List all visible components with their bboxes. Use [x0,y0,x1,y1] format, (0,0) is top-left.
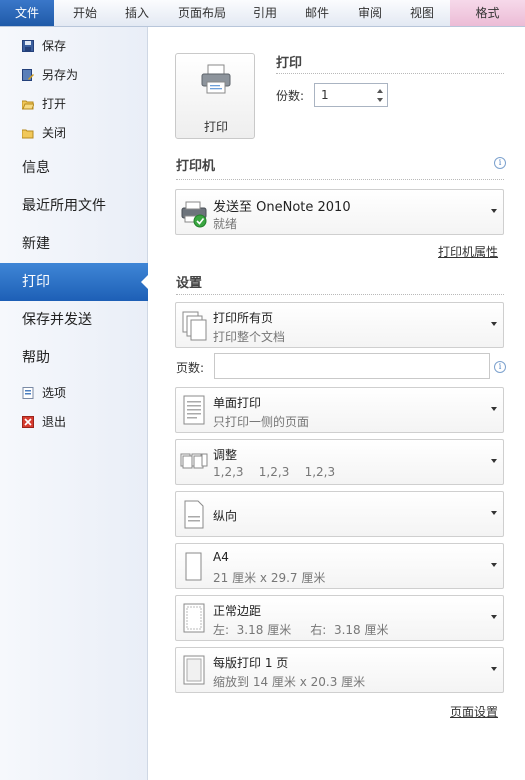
collate-subtitle: 1,2,3 1,2,3 1,2,3 [213,465,336,479]
chevron-down-icon [491,615,497,619]
nav-options-label: 选项 [42,386,67,400]
paper-size-title: A4 [213,550,229,564]
chevron-down-icon [491,322,497,326]
print-range-dropdown[interactable]: 打印所有页 打印整个文档 [175,302,504,348]
margins-subtitle: 左: 3.18 厘米 右: 3.18 厘米 [213,623,389,637]
options-icon [22,387,34,399]
printer-info-icon[interactable]: i [494,157,506,169]
save-icon [22,40,34,52]
pages-per-sheet-title: 每版打印 1 页 [213,656,289,670]
nav-close[interactable]: 关闭 [0,120,147,146]
nav-save[interactable]: 保存 [0,33,147,59]
tab-references[interactable]: 引用 [240,0,290,26]
paper-size-icon [185,552,202,581]
tab-mailings[interactable]: 邮件 [292,0,342,26]
sides-title: 单面打印 [213,396,262,410]
nav-help[interactable]: 帮助 [0,339,147,377]
pages-per-sheet-icon [183,655,205,685]
collate-icon [180,453,208,469]
margins-dropdown[interactable]: 正常边距 左: 3.18 厘米 右: 3.18 厘米 [175,595,504,641]
print-range-title: 打印所有页 [213,311,274,325]
onenote-printer-icon [181,201,207,228]
spin-up-icon[interactable] [377,89,383,93]
printer-name: 发送至 OneNote 2010 [213,200,351,215]
nav-save-as-label: 另存为 [42,68,79,82]
tab-page-layout[interactable]: 页面布局 [168,0,236,26]
nav-new[interactable]: 新建 [0,225,147,263]
pages-per-sheet-dropdown[interactable]: 每版打印 1 页 缩放到 14 厘米 x 20.3 厘米 [175,647,504,693]
chevron-down-icon [491,459,497,463]
settings-divider [176,294,504,295]
nav-recent[interactable]: 最近所用文件 [0,187,147,225]
portrait-icon [184,500,204,529]
close-folder-icon [22,129,34,139]
tab-review[interactable]: 审阅 [344,0,396,26]
nav-close-label: 关闭 [42,126,67,140]
nav-save-label: 保存 [42,39,67,53]
open-folder-icon [22,100,34,110]
printer-dropdown[interactable]: 发送至 OneNote 2010 就绪 [175,189,504,235]
printer-divider [176,179,504,180]
pages-icon [182,311,207,341]
tab-insert[interactable]: 插入 [110,0,164,26]
spin-down-icon[interactable] [377,98,383,102]
page-setup-link[interactable]: 页面设置 [450,703,498,720]
tab-file[interactable]: 文件 [0,0,54,26]
print-button[interactable]: 打印 [175,53,255,139]
pages-per-sheet-subtitle: 缩放到 14 厘米 x 20.3 厘米 [213,675,366,689]
paper-size-dropdown[interactable]: A4 21 厘米 x 29.7 厘米 [175,543,504,589]
pages-input[interactable] [214,353,490,379]
print-button-label: 打印 [203,120,228,134]
printer-status: 就绪 [213,217,238,231]
tab-view[interactable]: 视图 [398,0,446,26]
chevron-down-icon [491,209,497,213]
print-title: 打印 [276,56,303,71]
nav-exit[interactable]: 退出 [0,409,147,435]
nav-info[interactable]: 信息 [0,149,147,187]
nav-save-send[interactable]: 保存并发送 [0,301,147,339]
orientation-title: 纵向 [213,509,238,523]
nav-open-label: 打开 [42,97,67,111]
nav-save-as[interactable]: 另存为 [0,62,147,88]
printer-icon [201,64,231,94]
settings-section-title: 设置 [176,276,203,291]
nav-open[interactable]: 打开 [0,91,147,117]
collate-title: 调整 [213,448,238,462]
chevron-down-icon [491,407,497,411]
save-as-icon [22,69,34,81]
backstage-nav: 保存 另存为 打开 关闭 信息 最近所用文件 新建 打印 保存并发送 帮助 选项… [0,27,149,780]
chevron-down-icon [491,511,497,515]
chevron-down-icon [491,563,497,567]
margins-icon [183,603,205,633]
copies-value: 1 [321,88,329,102]
nav-exit-label: 退出 [42,415,67,429]
ribbon-tab-bar: 文件 开始 插入 页面布局 引用 邮件 审阅 视图 格式 [0,0,525,27]
pages-info-icon[interactable]: i [494,361,506,373]
copies-stepper[interactable]: 1 [314,83,388,107]
paper-size-subtitle: 21 厘米 x 29.7 厘米 [213,571,326,585]
sides-dropdown[interactable]: 单面打印 只打印一侧的页面 [175,387,504,433]
tab-home[interactable]: 开始 [58,0,112,26]
exit-icon [22,416,34,428]
print-divider [276,73,504,74]
tab-format[interactable]: 格式 [450,0,525,26]
print-pane: 打印 打印 份数: 1 打印机 i 发送至 OneNote 2010 就绪 打印… [148,27,525,780]
one-sided-icon [183,395,205,425]
printer-properties-link[interactable]: 打印机属性 [438,243,498,260]
pages-label: 页数: [176,361,205,375]
margins-title: 正常边距 [213,604,262,618]
collate-dropdown[interactable]: 调整 1,2,3 1,2,3 1,2,3 [175,439,504,485]
sides-subtitle: 只打印一侧的页面 [213,415,310,429]
nav-print[interactable]: 打印 [0,263,149,301]
orientation-dropdown[interactable]: 纵向 [175,491,504,537]
nav-options[interactable]: 选项 [0,380,147,406]
printer-section-title: 打印机 [176,159,216,174]
chevron-down-icon [491,667,497,671]
print-range-subtitle: 打印整个文档 [213,330,286,344]
copies-label: 份数: [276,89,305,103]
